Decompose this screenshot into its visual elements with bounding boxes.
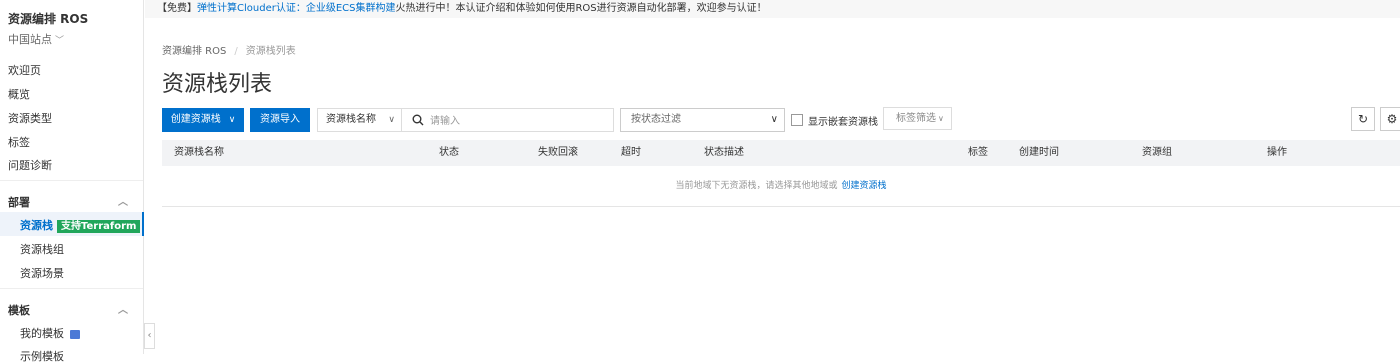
sidebar-item-sample-templates[interactable]: 示例模板 (20, 348, 64, 364)
create-stack-link[interactable]: 创建资源栈 (842, 181, 887, 191)
column-header-name: 资源栈名称 (174, 147, 224, 158)
tag-filter-button[interactable]: 标签筛选 ∨ (883, 107, 952, 130)
column-header-created-time: 创建时间 (1019, 147, 1059, 158)
column-header-rollback: 失败回滚 (538, 147, 578, 158)
column-header-timeout: 超时 (621, 147, 641, 158)
button-label: 创建资源栈 (170, 114, 221, 125)
banner-prefix: 【免费】 (157, 3, 197, 14)
sidebar-group-deploy[interactable]: 部署 ︿ (8, 194, 136, 210)
sidebar-item-stacks[interactable]: 资源栈 支持Terraform (20, 217, 141, 233)
refresh-button[interactable]: ↻ (1351, 107, 1375, 131)
sidebar-item-label: 资源栈 (20, 219, 53, 232)
create-stack-button[interactable]: 创建资源栈 ∨ (162, 108, 244, 132)
announcement-banner: 【免费】弹性计算Clouder认证：企业级ECS集群构建火热进行中！本认证介绍和… (145, 0, 1400, 18)
search-icon (412, 114, 424, 126)
sidebar-item-welcome[interactable]: 欢迎页 (8, 62, 41, 78)
refresh-icon: ↻ (1357, 112, 1369, 126)
breadcrumb: 资源编排 ROS / 资源栈列表 (162, 42, 296, 57)
banner-text: 火热进行中！本认证介绍和体验如何使用ROS进行资源自动化部署，欢迎参与认证！ (395, 3, 767, 14)
chevron-up-icon: ︿ (118, 305, 128, 316)
import-resource-button[interactable]: 资源导入 (250, 108, 310, 132)
sidebar-item-my-templates[interactable]: 我的模板 (20, 325, 80, 341)
terraform-badge: 支持Terraform (57, 220, 141, 233)
status-filter-label: 按状态过滤 (631, 114, 681, 125)
search-group: 资源栈名称 ∨ (317, 108, 614, 132)
new-icon (70, 329, 80, 339)
gear-icon: ⚙ (1386, 112, 1398, 126)
column-header-tags: 标签 (968, 147, 988, 158)
tag-filter-label: 标签筛选 (896, 113, 936, 124)
sidebar-group-label: 部署 (8, 196, 30, 209)
sidebar-item-scenarios[interactable]: 资源场景 (20, 265, 64, 281)
settings-button[interactable]: ⚙ (1380, 107, 1400, 131)
column-header-status: 状态 (439, 147, 459, 158)
table-header: 资源栈名称 状态 失败回滚 超时 状态描述 标签 创建时间 资源组 操作 (162, 140, 1400, 166)
sidebar: 资源编排 ROS 中国站点 ﹀ 欢迎页 概览 资源类型 标签 问题诊断 部署 ︿ … (0, 0, 144, 363)
column-header-status-description: 状态描述 (704, 147, 744, 158)
breadcrumb-root[interactable]: 资源编排 ROS (162, 46, 226, 57)
show-nested-checkbox[interactable] (791, 114, 803, 126)
show-nested-label[interactable]: 显示嵌套资源栈 (808, 113, 878, 128)
filter-field-select[interactable]: 资源栈名称 ∨ (318, 109, 402, 131)
column-header-resource-group: 资源组 (1142, 147, 1172, 158)
sidebar-item-tags[interactable]: 标签 (8, 134, 30, 150)
sidebar-item-overview[interactable]: 概览 (8, 86, 30, 102)
chevron-down-icon: ∨ (388, 115, 395, 125)
empty-state-text: 当前地域下无资源栈，请选择其他地域或 (675, 181, 838, 191)
chevron-left-icon: ‹ (147, 330, 152, 341)
chevron-up-icon: ︿ (118, 197, 128, 208)
sidebar-item-label: 我的模板 (20, 327, 64, 340)
breadcrumb-current: 资源栈列表 (245, 46, 296, 57)
chevron-down-icon: ∨ (228, 115, 236, 125)
status-filter-select[interactable]: 按状态过滤 ∨ (620, 108, 785, 132)
breadcrumb-separator: / (234, 46, 238, 57)
sidebar-group-label: 模板 (8, 304, 30, 317)
sidebar-group-templates[interactable]: 模板 ︿ (8, 302, 136, 318)
region-selector[interactable]: 中国站点 ﹀ (8, 31, 64, 47)
divider (0, 180, 143, 181)
sidebar-item-stack-groups[interactable]: 资源栈组 (20, 241, 64, 257)
sidebar-item-resource-types[interactable]: 资源类型 (8, 110, 52, 126)
region-label: 中国站点 (8, 33, 52, 46)
chevron-down-icon: ∨ (938, 114, 944, 123)
column-header-actions: 操作 (1267, 147, 1287, 158)
empty-state: 当前地域下无资源栈，请选择其他地域或 创建资源栈 (162, 166, 1400, 207)
sidebar-collapse-button[interactable]: ‹ (144, 323, 155, 349)
filter-field-label: 资源栈名称 (326, 114, 376, 125)
sidebar-title: 资源编排 ROS (8, 12, 89, 26)
search-input[interactable] (428, 111, 612, 131)
page-title: 资源栈列表 (162, 72, 273, 97)
banner-link[interactable]: 弹性计算Clouder认证：企业级ECS集群构建 (197, 3, 395, 14)
button-label: 资源导入 (260, 114, 300, 125)
sidebar-item-diagnosis[interactable]: 问题诊断 (8, 157, 52, 173)
chevron-down-icon: ﹀ (55, 36, 65, 46)
chevron-down-icon: ∨ (770, 114, 778, 125)
divider (0, 288, 143, 289)
